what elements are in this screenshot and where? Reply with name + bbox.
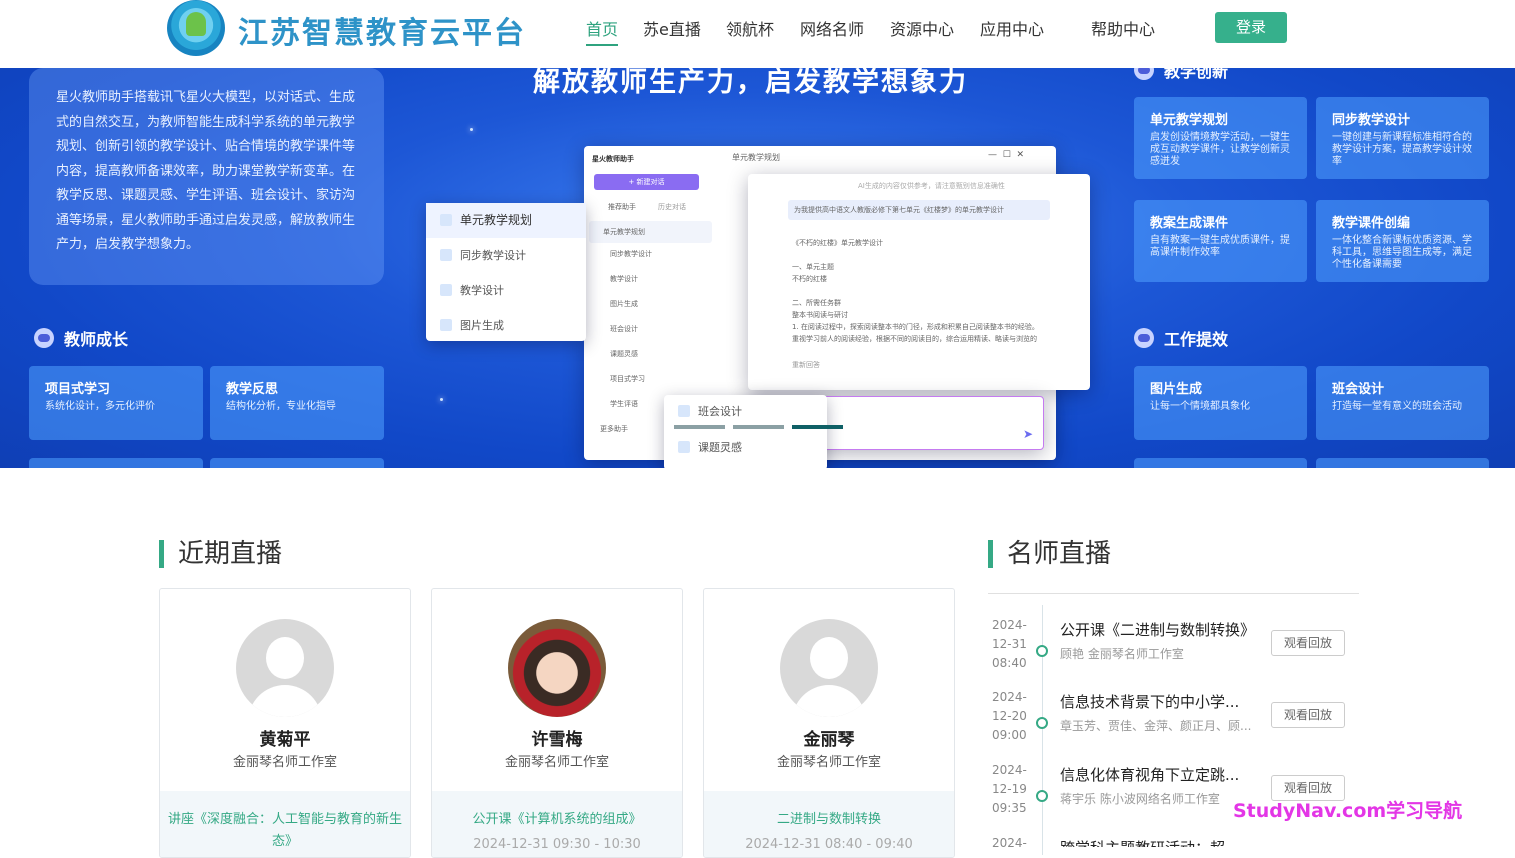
timeline-date: 2024-12-19 09:35 (992, 763, 1027, 815)
site-header: 江苏智慧教育云平台 首页 苏e直播 领航杯 网络名师 资源中心 应用中心 帮助中… (0, 0, 1515, 68)
teacher-org: 金丽琴名师工作室 (776, 755, 881, 770)
platform-logo[interactable] (167, 0, 225, 56)
live-title[interactable]: 讲座《深度融合：人工智能与教育的新生态》 (166, 809, 404, 853)
timeline-date: 2024-12-20 09:00 (992, 690, 1027, 742)
timeline-dot (1036, 790, 1048, 802)
timeline-date: 2024-12-31 08:40 (992, 618, 1027, 670)
watch-replay-button[interactable]: 观看回放 (1271, 702, 1345, 728)
work-efficiency-heading: 工作提效 (1134, 326, 1228, 350)
feature-lesson-to-courseware[interactable]: 教案生成课件 自有教案一键生成优质课件，提高课件制作效率 (1134, 200, 1307, 282)
popup-item[interactable]: 图片生成 (426, 308, 586, 343)
teacher-org: 金丽琴名师工作室 (504, 755, 609, 770)
live-time: 2024-12-31 08:40 - 09:40 (745, 837, 913, 852)
timeline-subtitle: 蒋宇乐 陈小波网络名师工作室 (1060, 792, 1220, 806)
assistant-bottom-list: 班会设计 课题灵感 (664, 395, 827, 468)
watch-replay-button[interactable]: 观看回放 (1271, 630, 1345, 656)
famous-live-heading: 名师直播 (988, 540, 1111, 568)
feature-card-partial[interactable] (1134, 458, 1307, 468)
send-icon[interactable]: ➤ (1023, 427, 1033, 441)
timeline-item: 2024-12-20 09:00 信息技术背景下的中小学... 章玉芳、贾佳、金萍… (988, 688, 1359, 758)
popup-item[interactable]: 单元教学规划 (426, 203, 586, 238)
live-title[interactable]: 公开课《计算机系统的组成》 (438, 809, 676, 831)
nav-app-center[interactable]: 应用中心 (980, 16, 1044, 40)
robot-icon (34, 328, 54, 348)
divider (988, 593, 1359, 594)
popup-item[interactable]: 教学设计 (426, 273, 586, 308)
avatar (236, 619, 334, 717)
timeline-dot (1036, 645, 1048, 657)
live-card[interactable]: 金丽琴 金丽琴名师工作室 二进制与数制转换 2024-12-31 08:40 -… (703, 588, 955, 858)
live-card[interactable]: 黄菊平 金丽琴名师工作室 讲座《深度融合：人工智能与教育的新生态》 (159, 588, 411, 858)
bottom-item[interactable]: 课题灵感 (664, 431, 827, 467)
carousel-dot[interactable] (674, 425, 725, 429)
site-title[interactable]: 江苏智慧教育云平台 (238, 8, 526, 52)
timeline-title[interactable]: 公开课《二进制与数制转换》 (1060, 619, 1255, 640)
teacher-growth-heading: 教师成长 (34, 326, 128, 350)
assistant-popup-list: 单元教学规划 同步教学设计 教学设计 图片生成 (426, 203, 586, 341)
login-button[interactable]: 登录 (1215, 12, 1287, 43)
nav-home[interactable]: 首页 (586, 16, 619, 46)
feature-teaching-reflection[interactable]: 教学反思 结构化分析，专业化指导 (210, 366, 384, 440)
timeline-dot (1036, 717, 1048, 729)
live-title[interactable]: 二进制与数制转换 (710, 809, 948, 831)
teacher-name: 黄菊平 (259, 730, 311, 750)
new-chat-button[interactable]: + 新建对话 (594, 174, 699, 190)
live-card[interactable]: 许雪梅 金丽琴名师工作室 公开课《计算机系统的组成》 2024-12-31 09… (431, 588, 683, 858)
feature-card-partial[interactable] (210, 458, 384, 468)
nav-help-center[interactable]: 帮助中心 (1091, 16, 1155, 40)
assistant-description: 星火教师助手搭载讯飞星火大模型，以对话式、生成式的自然交互，为教师智能生成科学系… (56, 90, 356, 252)
recent-live-heading: 近期直播 (159, 540, 282, 568)
timeline-date: 2024- (992, 836, 1027, 847)
feature-image-generation[interactable]: 图片生成 让每一个情境都具象化 (1134, 366, 1307, 440)
avatar (508, 619, 606, 717)
nav-linghang-cup[interactable]: 领航杯 (726, 16, 774, 40)
teacher-org: 金丽琴名师工作室 (232, 755, 337, 770)
nav-online-teachers[interactable]: 网络名师 (800, 16, 864, 40)
teacher-name: 金丽琴 (803, 730, 855, 750)
robot-icon (1134, 328, 1154, 348)
hero-banner[interactable]: 解放教师生产力，启发教学想象力 星火教师助手搭载讯飞星火大模型，以对话式、生成式… (0, 68, 1515, 468)
feature-card-partial[interactable] (1316, 458, 1489, 468)
timeline-title[interactable]: 跨学科主题教研活动：超... (1060, 837, 1255, 847)
timeline-item: 2024-12-31 08:40 公开课《二进制与数制转换》 顾艳 金丽琴名师工作… (988, 616, 1359, 686)
robot-icon (1134, 68, 1154, 80)
regenerate-button[interactable]: 重新回答 (792, 360, 820, 370)
popup-item[interactable]: 同步教学设计 (426, 238, 586, 273)
nav-resource-center[interactable]: 资源中心 (890, 16, 954, 40)
live-time: 2024-12-31 09:30 - 10:30 (473, 837, 641, 852)
watermark: StudyNav.com学习导航 (1233, 800, 1463, 822)
teacher-name: 许雪梅 (531, 730, 583, 750)
feature-project-learning[interactable]: 项目式学习 系统化设计，多元化评价 (29, 366, 203, 440)
banner-slogan: 解放教师生产力，启发教学想象力 (533, 68, 968, 98)
feature-sync-design[interactable]: 同步教学设计 一键创建与新课程标准相符合的教学设计方案，提高教学设计效率 (1316, 97, 1489, 179)
assistant-description-card: 星火教师助手搭载讯飞星火大模型，以对话式、生成式的自然交互，为教师智能生成科学系… (29, 68, 384, 285)
carousel-dot-active[interactable] (792, 425, 843, 429)
chat-panel: AI生成的内容仅供参考，请注意甄别信息准确性 为我提供高中语文人教版必修下第七单… (748, 174, 1090, 390)
avatar (780, 619, 878, 717)
teaching-innovation-heading: 教学创新 (1134, 68, 1228, 82)
window-controls[interactable]: — ☐ ✕ (988, 150, 1024, 160)
timeline-subtitle: 章玉芳、贾佳、金萍、颜正月、顾... (1060, 719, 1252, 733)
timeline-subtitle: 顾艳 金丽琴名师工作室 (1060, 647, 1184, 661)
feature-unit-planning[interactable]: 单元教学规划 启发创设情境教学活动，一键生成互动教学课件，让教学创新灵感迸发 (1134, 97, 1307, 179)
timeline-title[interactable]: 信息技术背景下的中小学... (1060, 691, 1255, 712)
feature-courseware-authoring[interactable]: 教学课件创编 一体化整合新课标优质资源、学科工具，思维导图生成等，满足个性化备课需… (1316, 200, 1489, 282)
carousel-indicators (674, 425, 843, 429)
feature-class-meeting-design[interactable]: 班会设计 打造每一堂有意义的班会活动 (1316, 366, 1489, 440)
timeline-item: 2024- 跨学科主题教研活动：超... (988, 834, 1359, 847)
timeline-title[interactable]: 信息化体育视角下立定跳... (1060, 764, 1255, 785)
feature-card-partial[interactable] (29, 458, 203, 468)
nav-su-e-live[interactable]: 苏e直播 (643, 16, 701, 40)
carousel-dot[interactable] (733, 425, 784, 429)
